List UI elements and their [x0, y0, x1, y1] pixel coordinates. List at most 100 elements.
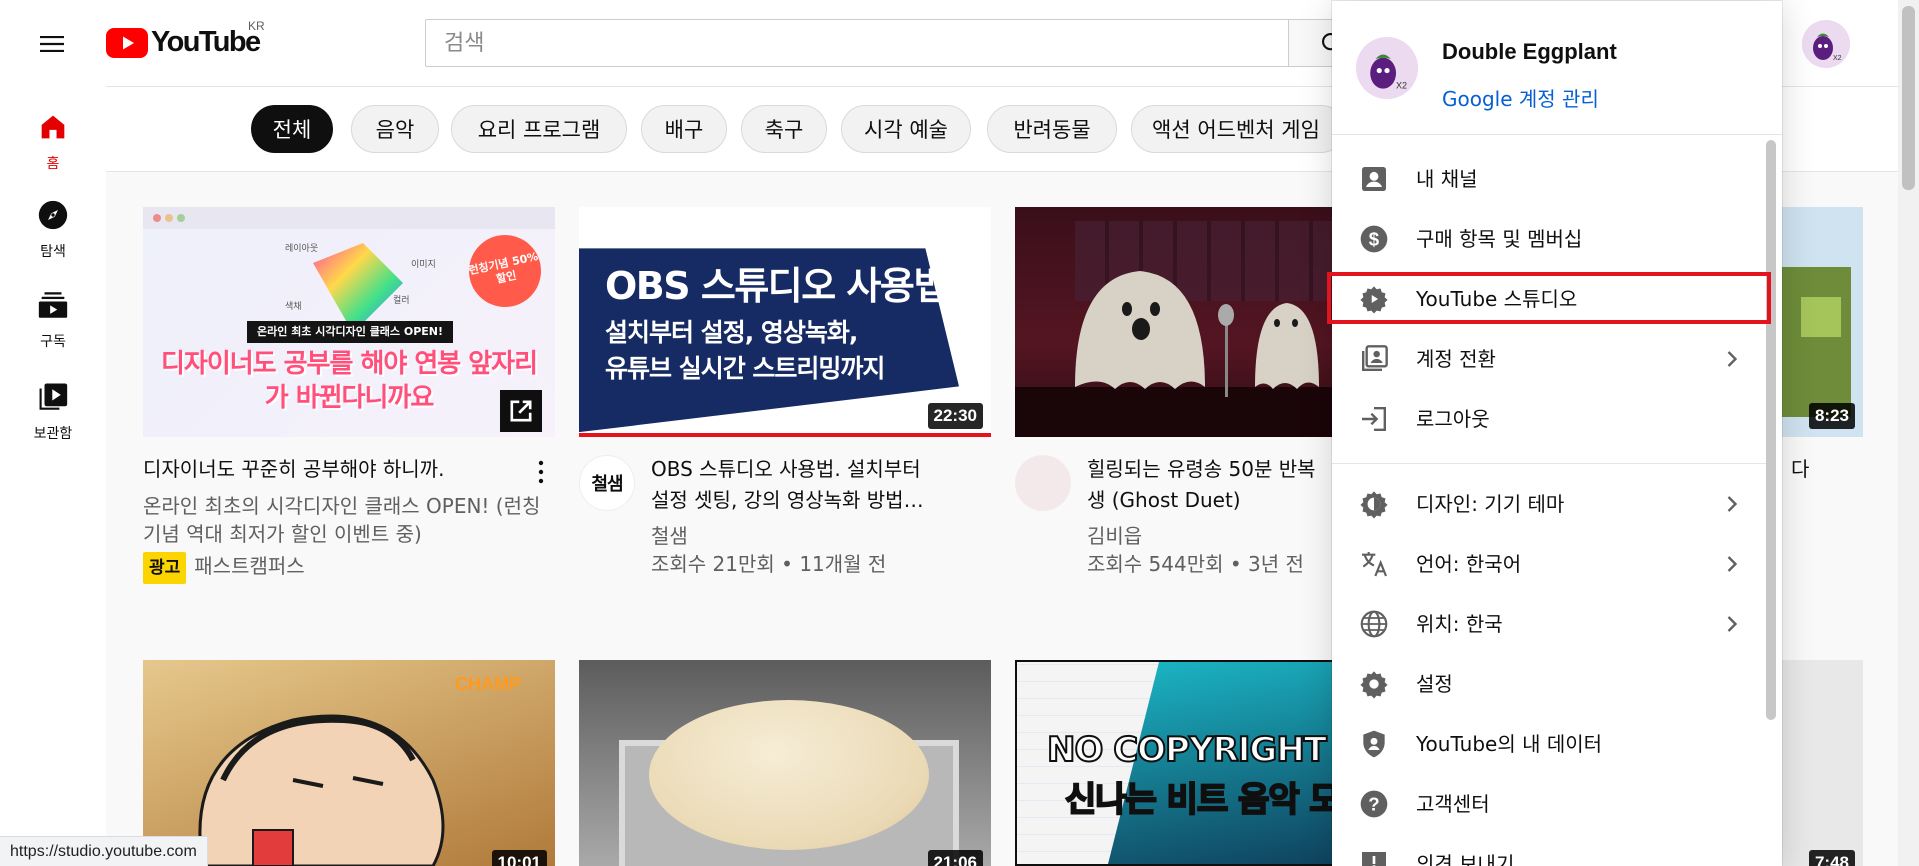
channel-name[interactable]: 철샘 — [651, 522, 688, 550]
eggplant-avatar-icon: X2 — [1802, 20, 1850, 68]
chip-cooking[interactable]: 요리 프로그램 — [451, 105, 627, 153]
sidebar-item-subscriptions[interactable]: 구독 — [0, 272, 106, 368]
dollar-circle-icon: $ — [1360, 225, 1388, 253]
menu-item-label: 로그아웃 — [1416, 407, 1490, 431]
menu-divider — [1332, 463, 1768, 464]
youtube-logo[interactable]: YouTube KR — [106, 19, 265, 59]
shield-person-icon — [1363, 730, 1385, 758]
chip-music[interactable]: 음악 — [351, 105, 439, 153]
menu-item-label: 내 채널 — [1416, 167, 1478, 191]
explore-icon — [38, 200, 68, 230]
video-card[interactable]: OBS 스튜디오 사용법 설치부터 설정, 영상녹화, 유튜브 실시간 스트리밍… — [579, 207, 991, 587]
menu-item-feedback[interactable]: 의견 보내기 — [1332, 834, 1768, 866]
menu-item-label: 언어: 한국어 — [1416, 552, 1522, 576]
video-title[interactable]: OBS 스튜디오 사용법. 설치부터 — [651, 454, 971, 485]
video-title[interactable]: 다 — [1791, 454, 1809, 485]
chevron-right-icon — [1727, 556, 1738, 572]
chevron-right-icon — [1727, 351, 1738, 367]
menu-item-settings[interactable]: 설정 — [1332, 654, 1768, 714]
page-scrollbar[interactable] — [1898, 0, 1919, 866]
chip-visual-arts[interactable]: 시각 예술 — [841, 105, 971, 153]
youtube-play-icon — [106, 27, 148, 58]
sidebar-item-label: 탐색 — [40, 244, 66, 260]
sidebar-item-explore[interactable]: 탐색 — [0, 182, 106, 278]
thumb-subline: 설치부터 설정, 영상녹화, — [605, 318, 858, 347]
thumb-logo: CHAMP — [455, 674, 521, 694]
channel-avatar[interactable] — [1015, 455, 1071, 511]
menu-item-your-data[interactable]: YouTube의 내 데이터 — [1332, 714, 1768, 774]
thumb-label: 컬러 — [393, 296, 410, 306]
video-description: 온라인 최초의 시각디자인 클래스 OPEN! (런칭 기념 역대 최저가 할인… — [143, 494, 541, 546]
channel-name[interactable]: 김비읍 — [1087, 522, 1142, 550]
svg-text:X2: X2 — [1833, 55, 1842, 62]
menu-item-my-channel[interactable]: 내 채널 — [1332, 149, 1768, 209]
sidebar-item-library[interactable]: 보관함 — [0, 364, 106, 460]
manage-google-account-link[interactable]: Google 계정 관리 — [1442, 83, 1599, 112]
more-actions-icon[interactable] — [529, 457, 553, 487]
chip-action-adventure[interactable]: 액션 어드벤처 게임 — [1131, 105, 1345, 153]
thumb-headline: OBS 스튜디오 사용법 — [605, 264, 948, 308]
video-thumbnail[interactable]: OBS 스튜디오 사용법 설치부터 설정, 영상녹화, 유튜브 실시간 스트리밍… — [579, 207, 991, 437]
menu-item-youtube-studio[interactable]: YouTube 스튜디오 — [1332, 269, 1768, 329]
account-avatar-button[interactable]: X2 — [1802, 20, 1850, 68]
video-duration: 21:06 — [927, 850, 983, 866]
video-card[interactable]: 21:06 — [579, 660, 991, 866]
thumb-banner: 온라인 최초 시각디자인 클래스 OPEN! — [247, 321, 454, 343]
video-thumbnail[interactable]: 레이아웃 이미지 색채 컬러 런칭기념 50%할인 온라인 최초 시각디자인 클… — [143, 207, 555, 437]
menu-item-label: 디자인: 기기 테마 — [1416, 492, 1565, 516]
region-code: KR — [248, 19, 265, 33]
menu-item-label: YouTube의 내 데이터 — [1416, 732, 1603, 756]
subscriptions-icon — [38, 292, 68, 318]
chip-all[interactable]: 전체 — [251, 105, 333, 153]
video-thumbnail[interactable]: 21:06 — [579, 660, 991, 866]
studio-gear-icon — [1360, 286, 1388, 314]
library-icon — [39, 383, 68, 410]
chip-volleyball[interactable]: 배구 — [641, 105, 727, 153]
channel-avatar[interactable]: 철샘 — [579, 455, 635, 511]
svg-text:?: ? — [1368, 794, 1379, 815]
search-input[interactable] — [425, 19, 1289, 67]
video-title-line2[interactable]: 설정 셋팅, 강의 영상녹화 방법… — [651, 485, 971, 516]
video-card-ad[interactable]: 레이아웃 이미지 색채 컬러 런칭기념 50%할인 온라인 최초 시각디자인 클… — [143, 207, 555, 587]
sidebar-item-label: 구독 — [40, 334, 66, 350]
ad-badge: 광고 — [143, 552, 187, 584]
home-icon — [41, 115, 65, 139]
account-avatar: X2 — [1356, 37, 1418, 99]
menu-item-label: 구매 항목 및 멤버십 — [1416, 227, 1583, 251]
menu-item-sign-out[interactable]: 로그아웃 — [1332, 389, 1768, 449]
chip-pets[interactable]: 반려동물 — [987, 105, 1117, 153]
status-bar-url: https://studio.youtube.com — [0, 836, 208, 866]
account-name: Double Eggplant — [1442, 39, 1617, 64]
channel-name[interactable]: 패스트캠퍼스 — [194, 554, 304, 578]
ad-channel-row: 광고 패스트캠퍼스 — [143, 552, 555, 584]
menu-icon[interactable] — [36, 28, 68, 60]
eggplant-avatar-icon: X2 — [1356, 37, 1418, 99]
chip-soccer[interactable]: 축구 — [741, 105, 827, 153]
video-duration: 10:01 — [491, 850, 547, 866]
video-duration: 7:48 — [1808, 850, 1855, 866]
menu-item-help[interactable]: ? 고객센터 — [1332, 774, 1768, 834]
menu-scrollbar[interactable] — [1766, 140, 1776, 720]
menu-item-appearance[interactable]: 디자인: 기기 테마 — [1332, 474, 1768, 534]
sidebar-item-home[interactable]: 홈 — [0, 94, 106, 190]
menu-item-label: YouTube 스튜디오 — [1416, 287, 1578, 311]
external-link-icon[interactable] — [500, 390, 542, 432]
thumb-headline: 디자이너도 공부를 해야 연봉 앞자리가 바뀐다니까요 — [160, 349, 538, 413]
menu-item-purchases[interactable]: $ 구매 항목 및 멤버십 — [1332, 209, 1768, 269]
video-title[interactable]: 디자이너도 꾸준히 공부해야 하니까. — [143, 454, 503, 485]
menu-item-switch-account[interactable]: 계정 전환 — [1332, 329, 1768, 389]
menu-item-label: 설정 — [1416, 672, 1453, 696]
menu-item-location[interactable]: 위치: 한국 — [1332, 594, 1768, 654]
menu-item-language[interactable]: 언어: 한국어 — [1332, 534, 1768, 594]
menu-item-label: 계정 전환 — [1416, 347, 1496, 371]
video-duration: 22:30 — [927, 403, 983, 429]
thumb-subline: 유튜브 실시간 스트리밍까지 — [605, 354, 885, 383]
help-icon: ? — [1360, 790, 1388, 818]
feedback-icon — [1362, 852, 1386, 866]
thumb-label: 이미지 — [411, 260, 436, 270]
avatar-tag: X2 — [1396, 81, 1407, 91]
account-box-icon — [1362, 167, 1386, 191]
thumb-label: 레이아웃 — [285, 244, 319, 254]
video-meta: 조회수 544만회 • 3년 전 — [1087, 552, 1304, 576]
scrollbar-thumb[interactable] — [1902, 6, 1915, 190]
